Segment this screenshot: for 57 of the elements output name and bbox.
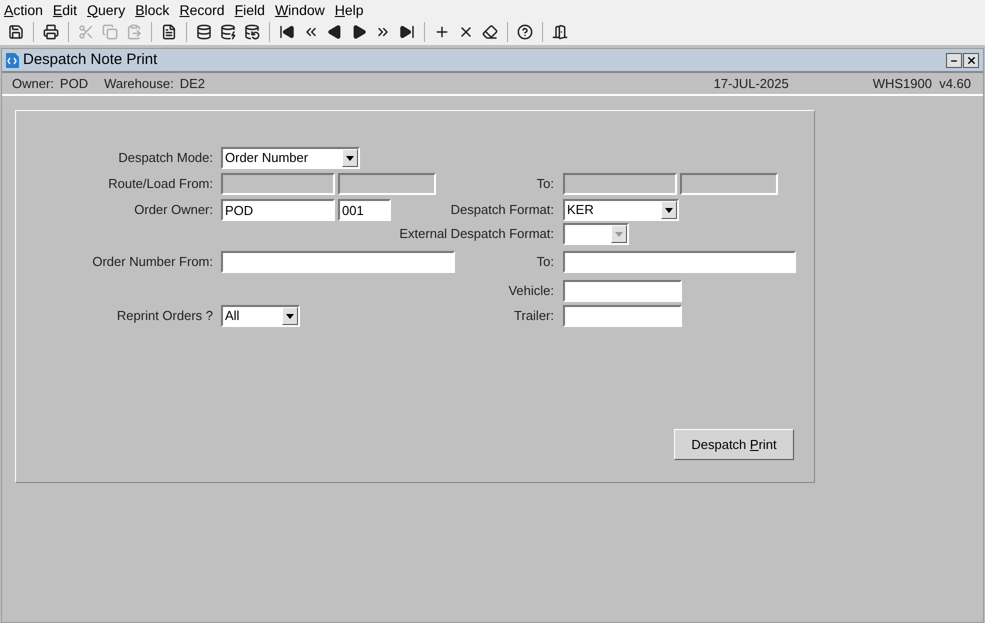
database-icon (244, 24, 260, 40)
scissors-icon (78, 24, 94, 40)
text-field[interactable] (221, 250, 455, 272)
menu-item[interactable]: Action (4, 2, 43, 16)
field-label: Order Number From: (92, 252, 213, 271)
exit-door-icon (552, 24, 568, 40)
menu-item[interactable]: Record (179, 2, 225, 16)
warehouse-label: Warehouse: (104, 74, 174, 93)
field-label: Order Owner: (134, 201, 213, 220)
right-triangle-icon (351, 24, 367, 40)
menu-item[interactable]: Block (135, 2, 170, 16)
text-field[interactable] (563, 250, 796, 272)
dropdown-field[interactable]: Order Number (221, 147, 360, 169)
menu-item[interactable]: Query (87, 2, 126, 16)
document-icon (161, 24, 177, 40)
paste-icon (126, 24, 142, 40)
save-icon (8, 24, 24, 40)
dropdown-field[interactable]: All (221, 305, 300, 327)
field-label: Despatch Mode: (118, 149, 213, 168)
dropdown-field[interactable]: KER (563, 199, 679, 221)
field-label: Reprint Orders ? (116, 307, 213, 326)
date-text: 17-JUL-2025 (714, 74, 789, 93)
warehouse-value: DE2 (180, 74, 205, 93)
text-field[interactable] (563, 280, 682, 302)
despatch-print-button[interactable]: Despatch Print (674, 429, 794, 460)
text-field[interactable]: POD (221, 199, 335, 221)
menu-item[interactable]: Edit (52, 2, 78, 16)
program-version: WHS1900 v4.60 (872, 74, 971, 93)
menu-item[interactable]: Field (234, 2, 265, 16)
close-button[interactable] (963, 52, 979, 68)
database-icon (220, 24, 236, 40)
close-icon (966, 54, 976, 66)
field-label: To: (536, 176, 554, 191)
owner-value: POD (60, 74, 88, 93)
eraser-icon (482, 24, 498, 40)
form-icon (6, 52, 19, 68)
field-label: Route/Load From: (108, 175, 213, 194)
database-icon (196, 24, 212, 40)
text-field[interactable] (563, 305, 682, 327)
help-icon (517, 24, 533, 40)
copy-icon (102, 24, 118, 40)
menu-item[interactable]: Window (274, 2, 325, 16)
window-title: Despatch Note Print (23, 50, 158, 70)
first-icon (279, 24, 295, 40)
field-label: External Despatch Format: (399, 226, 554, 241)
left-triangle-icon (327, 24, 343, 40)
last-icon (399, 24, 415, 40)
menu-item[interactable]: Help (334, 2, 364, 16)
text-field[interactable]: 001 (338, 199, 391, 221)
field-label: Vehicle: (508, 282, 554, 298)
field-label: Despatch Format: (450, 202, 554, 217)
printer-icon (43, 24, 59, 40)
minimize-button[interactable] (946, 52, 962, 68)
plus-icon (434, 24, 450, 40)
owner-label: Owner: (12, 74, 54, 93)
field-label: To: (536, 254, 554, 268)
field-label: Trailer: (514, 308, 554, 323)
